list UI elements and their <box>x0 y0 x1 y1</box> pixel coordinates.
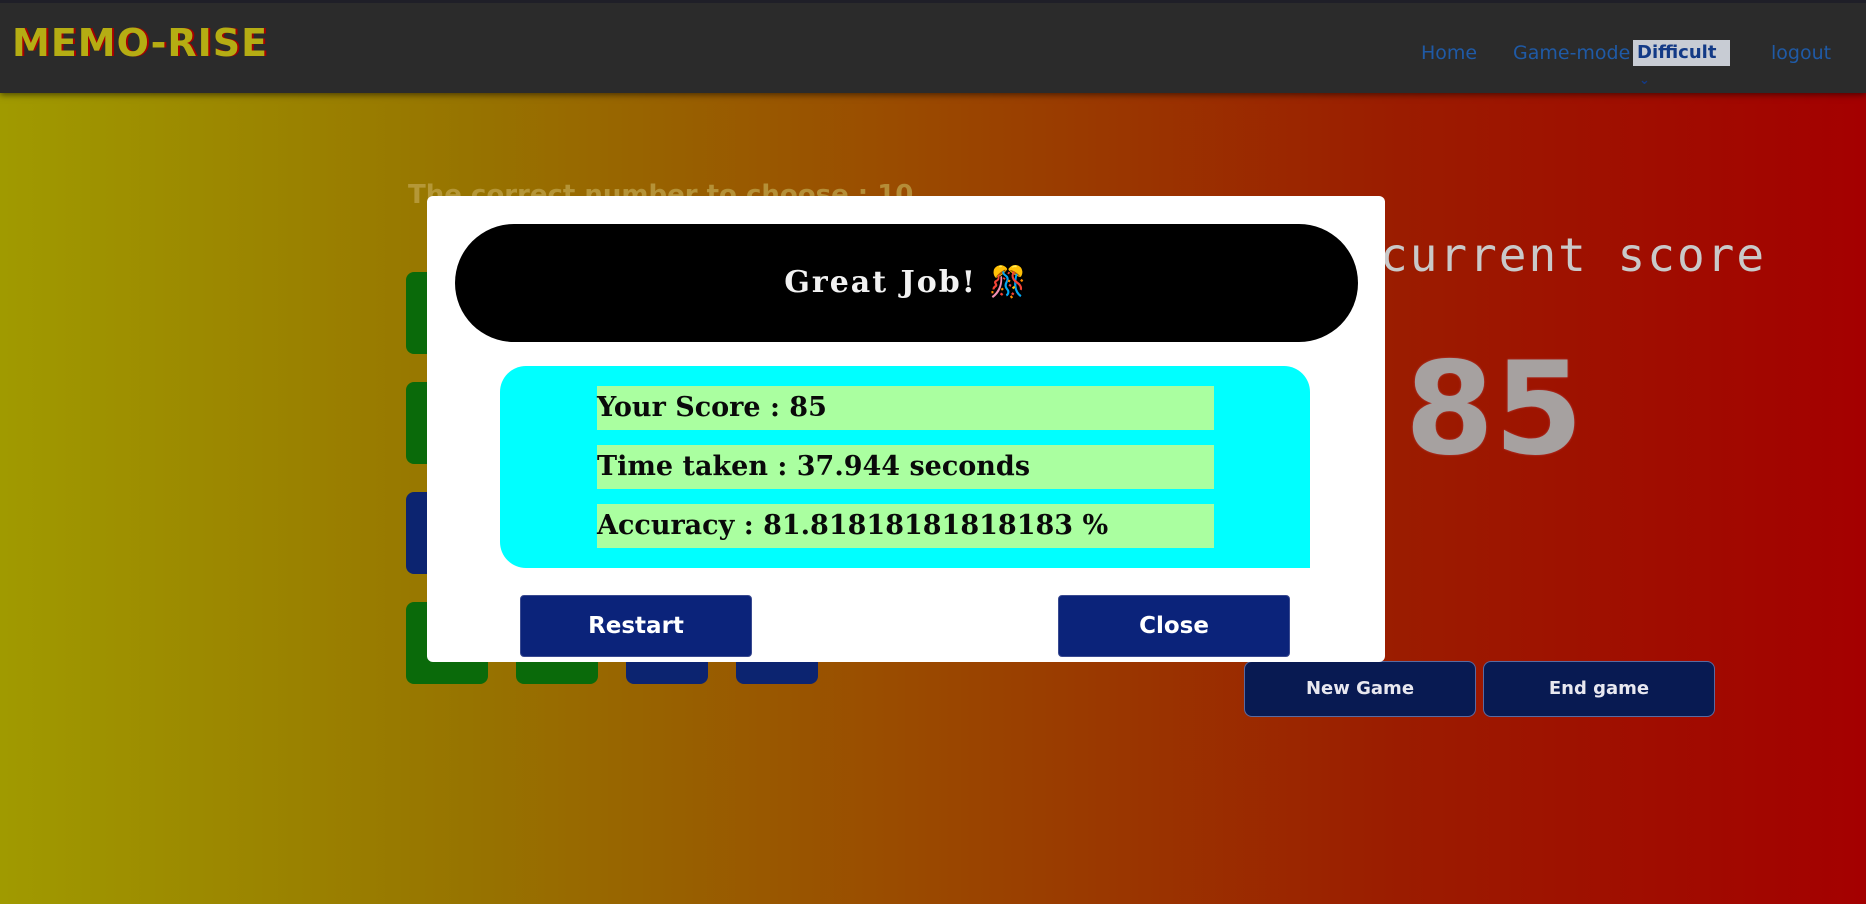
logout-link[interactable]: logout <box>1771 42 1831 64</box>
your-score-stat: Your Score : 85 <box>597 386 1214 430</box>
close-button[interactable]: Close <box>1058 595 1290 657</box>
game-mode-value: Difficult <box>1637 42 1717 63</box>
chevron-down-icon: ⌄ <box>1639 73 1650 88</box>
accuracy-stat: Accuracy : 81.81818181818183 % <box>597 504 1214 548</box>
game-mode-select[interactable]: Difficult ⌄ <box>1633 40 1730 88</box>
end-game-button[interactable]: End game <box>1483 661 1715 717</box>
nav-home-link[interactable]: Home <box>1421 42 1477 64</box>
current-score-value: 85 <box>1405 335 1584 484</box>
app-logo[interactable]: MEMO-RISE <box>12 21 268 65</box>
game-mode-label: Game-mode : <box>1513 42 1643 64</box>
top-navbar: MEMO-RISE Home Game-mode : Difficult ⌄ l… <box>0 0 1866 93</box>
current-score-label: current score <box>1380 228 1767 282</box>
restart-button[interactable]: Restart <box>520 595 752 657</box>
result-modal: Great Job! 🎊 Your Score : 85 Time taken … <box>427 196 1385 662</box>
new-game-button[interactable]: New Game <box>1244 661 1476 717</box>
time-taken-stat: Time taken : 37.944 seconds <box>597 445 1214 489</box>
stats-panel: Your Score : 85 Time taken : 37.944 seco… <box>500 366 1310 568</box>
modal-title: Great Job! 🎊 <box>455 224 1358 342</box>
